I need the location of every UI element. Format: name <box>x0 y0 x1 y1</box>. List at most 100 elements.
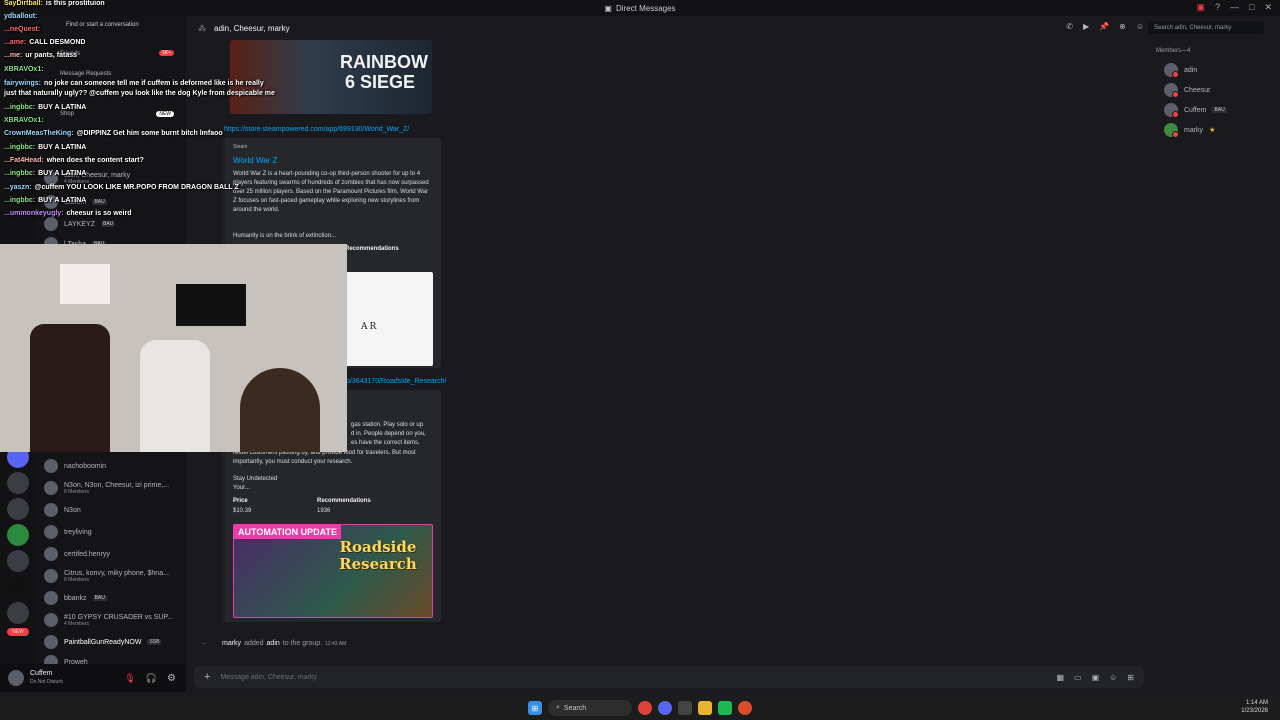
chat-user: ...ame: <box>4 39 27 46</box>
avatar <box>44 459 58 473</box>
member-list-header: Members—4 <box>1156 48 1191 54</box>
pin-icon[interactable]: 📌 <box>1099 22 1109 31</box>
add-member-icon[interactable]: ⊕ <box>1119 22 1126 31</box>
dm-item[interactable]: #10 GYPSY CRUSADER vs SUP... 4 Members <box>44 610 173 630</box>
chat-message: BUY A LATINA <box>38 170 87 177</box>
chat-line: ydballout: <box>4 13 40 20</box>
member-name: adin <box>1184 66 1198 74</box>
close-button[interactable]: ✕ <box>1264 2 1272 13</box>
dm-name: nachoboomin <box>64 462 107 470</box>
avatar <box>44 635 58 649</box>
server-icon[interactable] <box>7 602 29 624</box>
message-input[interactable]: Message adin, Cheesur, marky <box>220 674 317 681</box>
roadside-desc-line: gas station. Play solo or up <box>351 422 424 428</box>
member-item[interactable]: Cheesur <box>1150 80 1270 100</box>
chat-line: just that naturally ugly?? @cuffem you l… <box>4 90 275 97</box>
taskbar-search-label: Search <box>563 704 587 712</box>
server-icon[interactable] <box>7 550 29 572</box>
chat-message: when does the content start? <box>46 157 144 164</box>
avatar[interactable] <box>8 670 24 686</box>
chat-message: BUY A LATINA <box>38 197 87 204</box>
minimize-button[interactable]: — <box>1230 2 1239 13</box>
headset-icon[interactable]: 🎧 <box>146 673 157 684</box>
chat-user: ...ingbbc: <box>4 104 36 111</box>
chat-message: BUY A LATINA <box>38 144 87 151</box>
dm-item[interactable]: certifed.henryy <box>44 544 110 564</box>
member-emoji: ★ <box>1209 127 1216 134</box>
server-icon[interactable] <box>7 576 29 598</box>
sticker-icon[interactable]: ▣ <box>1092 673 1100 682</box>
roadside-banner-title: Roadside Research <box>339 538 417 573</box>
avatar <box>44 481 58 495</box>
server-icon[interactable] <box>7 524 29 546</box>
dm-sub: 4 Members <box>64 620 90 627</box>
message-composer[interactable]: + Message adin, Cheesur, marky ▦ ▭ ▣ ☺ ⊞ <box>194 666 1144 688</box>
dm-sub: 8 Members <box>64 576 90 583</box>
chat-user: ...me: <box>4 52 23 59</box>
apps-icon[interactable]: ⊞ <box>1127 673 1134 682</box>
clock-time: 1:14 AM <box>1245 700 1268 706</box>
help-icon[interactable]: ? <box>1215 2 1220 13</box>
member-item[interactable]: marky ★ <box>1150 120 1270 140</box>
mute-icon[interactable]: 🎙 <box>124 673 135 684</box>
clock-date: 1/23/2026 <box>1241 708 1268 714</box>
roadside-desc-tail: Your... <box>233 485 250 491</box>
chat-user: ...Fat4Head: <box>4 157 44 164</box>
dm-item[interactable]: N3on, N3on, Cheesur, izi prime,... 8 Memb… <box>44 478 169 498</box>
members-list-icon[interactable]: ☺ <box>1136 22 1144 31</box>
rec-label: Recommendations <box>317 498 371 504</box>
settings-gear-icon[interactable]: ⚙ <box>167 673 176 684</box>
dm-item[interactable]: PaintballGunReadyNOW SSB <box>44 632 162 652</box>
call-icon[interactable]: ✆ <box>1066 22 1073 31</box>
roadside-image[interactable]: AUTOMATION UPDATE Roadside Research <box>233 524 433 618</box>
avatar <box>44 569 58 583</box>
chat-message: CALL DESMOND <box>29 39 86 46</box>
chat-user: fairywings: <box>4 80 41 87</box>
add-attachment-icon[interactable]: + <box>204 671 210 683</box>
guild-tag: BAU <box>92 595 107 601</box>
chat-line: ...ummonkeyugly: cheesur is so weird <box>4 210 132 217</box>
taskbar-clock[interactable]: 1:14 AM 1/23/2026 <box>1241 699 1268 715</box>
new-server-badge[interactable]: NEW <box>7 628 29 636</box>
system-verb: added <box>244 640 264 647</box>
gif-icon[interactable]: ▭ <box>1074 673 1082 682</box>
discord-icon[interactable] <box>658 701 672 715</box>
emoji-icon[interactable]: ☺ <box>1109 673 1117 682</box>
chat-line: fairywings: no joke can someone tell me i… <box>4 80 264 87</box>
roadside-desc-line: d in. People depend on you, <box>351 431 426 437</box>
chat-message: BUY A LATINA <box>38 104 87 111</box>
member-item[interactable]: Cuffem BAU <box>1150 100 1270 120</box>
dm-item[interactable]: nachoboomin <box>44 456 106 476</box>
webcam-wall-tv <box>176 284 246 326</box>
inbox-icon[interactable]: ▣ <box>1196 2 1205 13</box>
system-actor[interactable]: marky <box>222 640 241 647</box>
taskbar: ⊞ ⌕ Search 1:14 AM 1/23/2026 <box>0 696 1280 720</box>
video-icon[interactable]: ▶ <box>1083 22 1089 31</box>
gift-icon[interactable]: ▦ <box>1056 673 1064 682</box>
dm-item[interactable]: N3on <box>44 500 81 520</box>
roadside-link[interactable]: p/3643170/Roadside_Research/ <box>346 378 446 385</box>
dm-item[interactable]: bbankz BAU <box>44 588 107 608</box>
chrome-icon[interactable] <box>638 701 652 715</box>
dm-item[interactable]: Citrus, konvy, miky phone, $hna... 8 Memb… <box>44 566 169 586</box>
system-rest: to the group. <box>282 640 323 647</box>
search-input[interactable]: Search adin, Cheesur, marky <box>1148 21 1264 34</box>
server-icon[interactable] <box>7 498 29 520</box>
app-icon[interactable] <box>678 701 692 715</box>
dm-name: treyliving <box>64 528 92 536</box>
taskbar-search[interactable]: ⌕ Search <box>548 700 632 716</box>
system-message: → marky added adin to the group. 12:43 A… <box>200 640 346 647</box>
folder-icon[interactable] <box>698 701 712 715</box>
system-target[interactable]: adin <box>267 640 280 647</box>
chat-message: ur pants, fatass <box>25 52 78 59</box>
server-icon[interactable] <box>7 472 29 494</box>
chat-user: XBRAVOx1: <box>4 117 44 124</box>
system-time: 12:43 AM <box>325 640 347 647</box>
member-item[interactable]: adin <box>1150 60 1270 80</box>
webcam-window <box>60 264 110 304</box>
dm-item[interactable]: treyliving <box>44 522 92 542</box>
maximize-button[interactable]: □ <box>1249 2 1254 13</box>
browser-icon[interactable] <box>738 701 752 715</box>
windows-start-icon[interactable]: ⊞ <box>528 701 542 715</box>
app-icon[interactable] <box>718 701 732 715</box>
